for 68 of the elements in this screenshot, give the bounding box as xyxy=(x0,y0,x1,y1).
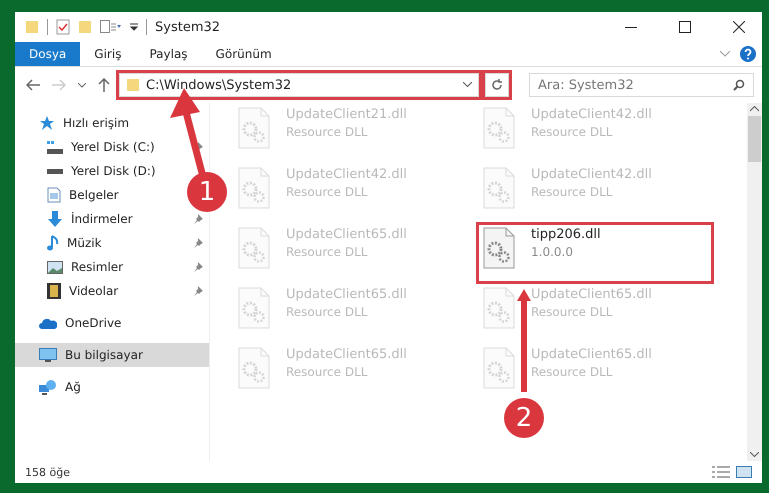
download-arrow-icon xyxy=(47,211,63,227)
scroll-down-icon[interactable] xyxy=(750,452,759,458)
close-icon xyxy=(733,21,745,33)
gear-file-icon xyxy=(483,347,515,389)
document-icon xyxy=(47,187,61,203)
ribbon-tab[interactable]: Paylaş xyxy=(135,42,202,66)
pin-icon[interactable] xyxy=(193,238,203,248)
search-icon[interactable] xyxy=(733,79,745,91)
gear-file-icon xyxy=(238,167,270,209)
maximize-icon xyxy=(679,21,691,33)
drive-icon xyxy=(47,168,63,174)
gear-file-icon xyxy=(483,107,515,149)
pin-icon[interactable] xyxy=(193,286,203,296)
refresh-icon xyxy=(491,79,503,91)
scrollbar[interactable] xyxy=(747,103,762,461)
recent-locations-button[interactable] xyxy=(75,82,89,88)
scroll-up-icon[interactable] xyxy=(750,106,759,112)
window-title: System32 xyxy=(155,20,220,34)
film-icon xyxy=(47,283,61,299)
sidebar-item[interactable]: Videolar xyxy=(15,279,209,303)
gear-file-icon xyxy=(483,167,515,209)
up-arrow-icon xyxy=(98,78,110,92)
address-bar[interactable]: C:\Windows\System32 xyxy=(119,73,479,97)
item-count: 158 öğe xyxy=(25,466,70,478)
help-icon[interactable] xyxy=(740,46,756,62)
properties-icon[interactable] xyxy=(100,20,122,34)
pin-icon[interactable] xyxy=(193,214,203,224)
sidebar-item[interactable]: OneDrive xyxy=(15,311,126,335)
gear-file-icon xyxy=(483,227,515,269)
sidebar-item[interactable]: Yerel Disk (D:) xyxy=(15,159,160,183)
ribbon-tab[interactable]: Giriş xyxy=(80,42,136,66)
dropdown-icon[interactable] xyxy=(130,23,138,31)
chevron-down-icon[interactable] xyxy=(463,82,472,88)
ribbon-tab[interactable]: Görünüm xyxy=(202,42,286,66)
music-note-icon xyxy=(47,235,59,251)
sidebar-item[interactable]: Resimler xyxy=(15,255,209,279)
refresh-button[interactable] xyxy=(485,73,509,97)
pin-icon[interactable] xyxy=(193,262,203,272)
sidebar-item[interactable]: Yerel Disk (C:) xyxy=(15,135,209,159)
back-arrow-icon xyxy=(26,79,40,91)
scrollbar-thumb[interactable] xyxy=(748,116,761,162)
forward-arrow-icon xyxy=(52,79,66,91)
star-icon xyxy=(39,115,55,131)
monitor-icon xyxy=(39,348,57,362)
picture-icon xyxy=(47,260,63,274)
drive-icon xyxy=(47,140,63,154)
sidebar-item[interactable]: Belgeler xyxy=(15,183,123,207)
network-icon xyxy=(39,379,57,395)
gear-file-icon xyxy=(238,287,270,329)
file-item[interactable]: tipp206.dll 1.0.0.0 xyxy=(477,223,713,283)
gear-file-icon xyxy=(238,227,270,269)
cloud-icon xyxy=(39,318,57,328)
folder-icon xyxy=(126,78,140,92)
search-box[interactable]: Ara: System32 xyxy=(529,73,754,97)
gear-file-icon xyxy=(238,107,270,149)
sidebar-item[interactable]: Bu bilgisayar xyxy=(15,343,209,367)
checklist-icon[interactable] xyxy=(56,19,70,35)
details-view-icon[interactable] xyxy=(712,466,730,478)
minimize-icon xyxy=(625,26,637,28)
sidebar-item[interactable]: Müzik xyxy=(15,231,209,255)
gear-file-icon xyxy=(238,347,270,389)
large-icons-view-icon[interactable] xyxy=(736,466,752,478)
back-button[interactable] xyxy=(23,79,43,91)
gear-file-icon xyxy=(483,287,515,329)
chevron-down-icon xyxy=(78,82,86,88)
sidebar-item[interactable]: Hızlı erişim xyxy=(15,111,134,135)
sidebar-item[interactable]: Ağ xyxy=(15,375,85,399)
ribbon-tab[interactable]: Dosya xyxy=(15,42,80,66)
